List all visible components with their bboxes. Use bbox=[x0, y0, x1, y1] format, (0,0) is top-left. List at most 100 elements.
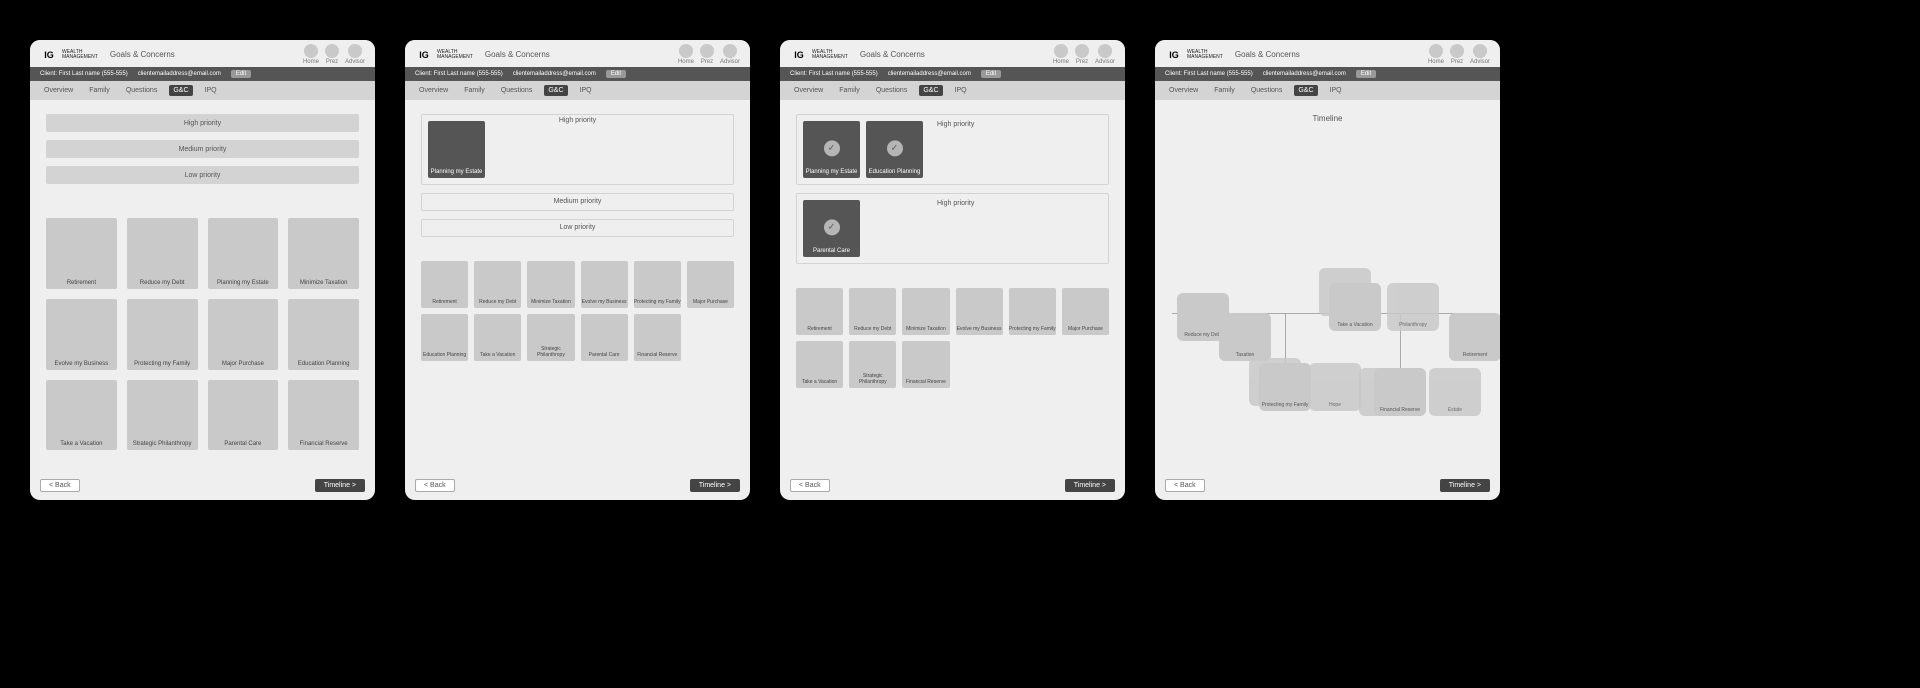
tab-overview[interactable]: Overview bbox=[40, 85, 77, 96]
tab-overview[interactable]: Overview bbox=[790, 85, 827, 96]
priority-high-zone-2[interactable]: High priority ✓ Parental Care bbox=[796, 193, 1109, 264]
tab-overview[interactable]: Overview bbox=[415, 85, 452, 96]
goal-card[interactable]: Major Purchase bbox=[687, 261, 734, 308]
goal-card[interactable]: Protecting my Family bbox=[634, 261, 681, 308]
priority-low-zone[interactable]: Low priority bbox=[421, 219, 734, 237]
tab-family[interactable]: Family bbox=[85, 85, 114, 96]
tab-questions[interactable]: Questions bbox=[1247, 85, 1287, 96]
nav-prez[interactable]: Prez bbox=[700, 44, 714, 65]
tab-gc[interactable]: G&C bbox=[1294, 85, 1317, 96]
goal-card[interactable]: Take a Vacation bbox=[796, 341, 843, 388]
timeline-node[interactable]: Financial Reserve bbox=[1374, 368, 1426, 416]
tab-questions[interactable]: Questions bbox=[497, 85, 537, 96]
timeline-node[interactable]: Retirement bbox=[1449, 313, 1500, 361]
selected-goal-card[interactable]: ✓ Education Planning bbox=[866, 121, 923, 178]
goal-card[interactable]: Retirement bbox=[46, 218, 117, 289]
timeline-node[interactable]: Philanthropy bbox=[1387, 283, 1439, 331]
selected-goal-card[interactable]: ✓ Parental Care bbox=[803, 200, 860, 257]
priority-low-zone[interactable]: Low priority bbox=[46, 166, 359, 184]
tab-questions[interactable]: Questions bbox=[872, 85, 912, 96]
goal-card[interactable]: Retirement bbox=[421, 261, 468, 308]
nav-home[interactable]: Home bbox=[678, 44, 694, 65]
next-button[interactable]: Timeline > bbox=[315, 479, 365, 492]
goal-card[interactable]: Minimize Taxation bbox=[527, 261, 574, 308]
timeline-node[interactable]: Taxation bbox=[1219, 313, 1271, 361]
goal-card[interactable]: Retirement bbox=[796, 288, 843, 335]
timeline-node[interactable]: Hope bbox=[1309, 363, 1361, 411]
goal-card[interactable]: Parental Care bbox=[208, 380, 279, 451]
nav-home[interactable]: Home bbox=[1053, 44, 1069, 65]
nav-home[interactable]: Home bbox=[303, 44, 319, 65]
edit-client-button[interactable]: Edit bbox=[231, 70, 251, 78]
goal-card[interactable]: Strategic Philanthropy bbox=[527, 314, 574, 361]
back-button[interactable]: < Back bbox=[40, 479, 80, 492]
goal-card[interactable]: Protecting my Family bbox=[127, 299, 198, 370]
edit-client-button[interactable]: Edit bbox=[606, 70, 626, 78]
priority-medium-zone[interactable]: Medium priority bbox=[46, 140, 359, 158]
nav-prez[interactable]: Prez bbox=[1450, 44, 1464, 65]
goal-card[interactable]: Evolve my Business bbox=[46, 299, 117, 370]
client-email: clientemailaddress@email.com bbox=[138, 71, 221, 77]
tab-gc[interactable]: G&C bbox=[919, 85, 942, 96]
tab-ipq[interactable]: IPQ bbox=[1326, 85, 1346, 96]
goal-card[interactable]: Reduce my Debt bbox=[474, 261, 521, 308]
goal-card[interactable]: Education Planning bbox=[421, 314, 468, 361]
goal-card[interactable]: Strategic Philanthropy bbox=[127, 380, 198, 451]
goal-card[interactable]: Financial Reserve bbox=[634, 314, 681, 361]
goal-card[interactable]: Major Purchase bbox=[1062, 288, 1109, 335]
goal-card[interactable]: Take a Vacation bbox=[46, 380, 117, 451]
next-button[interactable]: Timeline > bbox=[1440, 479, 1490, 492]
nav-advisor[interactable]: Advisor bbox=[1095, 44, 1115, 65]
nav-prez[interactable]: Prez bbox=[325, 44, 339, 65]
back-button[interactable]: < Back bbox=[1165, 479, 1205, 492]
nav-advisor[interactable]: Advisor bbox=[345, 44, 365, 65]
goal-card[interactable]: Reduce my Debt bbox=[849, 288, 896, 335]
priority-high-zone[interactable]: High priority bbox=[46, 114, 359, 132]
next-button[interactable]: Timeline > bbox=[690, 479, 740, 492]
tab-questions[interactable]: Questions bbox=[122, 85, 162, 96]
goal-card[interactable]: Education Planning bbox=[288, 299, 359, 370]
timeline-node[interactable]: Estate bbox=[1429, 368, 1481, 416]
priority-high-zone[interactable]: High priority ✓ Planning my Estate ✓ Edu… bbox=[796, 114, 1109, 185]
nav-prez[interactable]: Prez bbox=[1075, 44, 1089, 65]
next-button[interactable]: Timeline > bbox=[1065, 479, 1115, 492]
back-button[interactable]: < Back bbox=[790, 479, 830, 492]
tab-ipq[interactable]: IPQ bbox=[576, 85, 596, 96]
goal-card[interactable]: Strategic Philanthropy bbox=[849, 341, 896, 388]
tab-gc[interactable]: G&C bbox=[169, 85, 192, 96]
goal-card[interactable]: Evolve my Business bbox=[956, 288, 1003, 335]
goal-card[interactable]: Protecting my Family bbox=[1009, 288, 1056, 335]
selected-goal-card[interactable]: Planning my Estate bbox=[428, 121, 485, 178]
tab-overview[interactable]: Overview bbox=[1165, 85, 1202, 96]
goal-card[interactable]: Major Purchase bbox=[208, 299, 279, 370]
tabs: Overview Family Questions G&C IPQ bbox=[780, 81, 1125, 100]
edit-client-button[interactable]: Edit bbox=[981, 70, 1001, 78]
goal-card[interactable]: Take a Vacation bbox=[474, 314, 521, 361]
tab-family[interactable]: Family bbox=[1210, 85, 1239, 96]
tab-family[interactable]: Family bbox=[460, 85, 489, 96]
goal-card[interactable]: Financial Reserve bbox=[288, 380, 359, 451]
priority-medium-zone[interactable]: Medium priority bbox=[421, 193, 734, 211]
goal-card[interactable]: Planning my Estate bbox=[208, 218, 279, 289]
timeline-node[interactable]: Protecting my Family bbox=[1259, 363, 1311, 411]
timeline-canvas[interactable]: Reduce my DebtTaxationEducationTake a Va… bbox=[1159, 183, 1496, 471]
tab-family[interactable]: Family bbox=[835, 85, 864, 96]
back-button[interactable]: < Back bbox=[415, 479, 455, 492]
goal-card[interactable]: Reduce my Debt bbox=[127, 218, 198, 289]
edit-client-button[interactable]: Edit bbox=[1356, 70, 1376, 78]
timeline-node[interactable]: Take a Vacation bbox=[1329, 283, 1381, 331]
goal-card[interactable]: Financial Reserve bbox=[902, 341, 949, 388]
tab-gc[interactable]: G&C bbox=[544, 85, 567, 96]
prez-icon bbox=[1075, 44, 1089, 58]
nav-home[interactable]: Home bbox=[1428, 44, 1444, 65]
tab-ipq[interactable]: IPQ bbox=[201, 85, 221, 96]
nav-advisor[interactable]: Advisor bbox=[720, 44, 740, 65]
goal-card[interactable]: Evolve my Business bbox=[581, 261, 628, 308]
priority-high-zone[interactable]: High priority Planning my Estate bbox=[421, 114, 734, 185]
selected-goal-card[interactable]: ✓ Planning my Estate bbox=[803, 121, 860, 178]
nav-advisor[interactable]: Advisor bbox=[1470, 44, 1490, 65]
goal-card[interactable]: Minimize Taxation bbox=[902, 288, 949, 335]
goal-card[interactable]: Minimize Taxation bbox=[288, 218, 359, 289]
goal-card[interactable]: Parental Care bbox=[581, 314, 628, 361]
tab-ipq[interactable]: IPQ bbox=[951, 85, 971, 96]
